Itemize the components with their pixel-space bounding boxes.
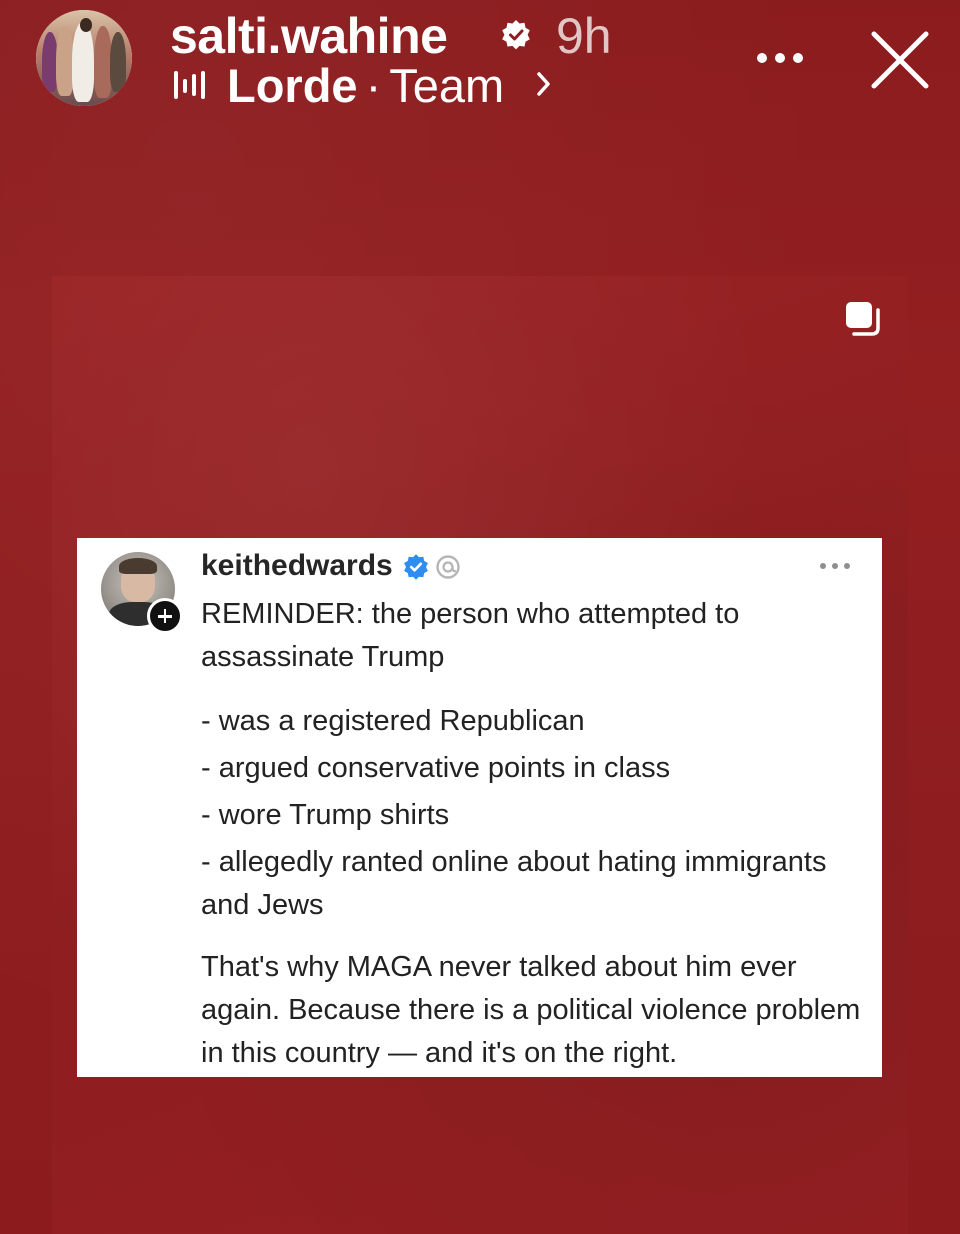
music-artist: Lorde	[227, 59, 358, 112]
post-body: REMINDER: the person who attempted to as…	[201, 593, 871, 1075]
post-more-icon[interactable]	[819, 560, 851, 572]
avatar[interactable]	[36, 10, 132, 106]
post-intro: REMINDER: the person who attempted to as…	[201, 598, 740, 673]
chevron-right-icon[interactable]	[536, 70, 552, 98]
shared-post-card[interactable]: keithedwards REMINDER: the person who at…	[77, 538, 882, 1077]
post-conclusion: That's why MAGA never talked about him e…	[201, 951, 861, 1069]
more-options-button[interactable]	[752, 40, 808, 76]
music-title: Team	[389, 59, 505, 112]
verified-badge-icon	[404, 554, 428, 580]
carousel-multiple-icon	[846, 302, 880, 336]
audio-bars-icon	[174, 71, 205, 99]
post-bullet: - was a registered Republican	[201, 705, 585, 737]
music-attribution[interactable]: Lorde · Team	[227, 58, 504, 114]
post-username[interactable]: keithedwards	[201, 548, 393, 584]
story-timestamp: 9h	[556, 8, 612, 64]
close-button[interactable]	[868, 28, 932, 92]
music-separator: ·	[365, 59, 382, 112]
threads-icon	[436, 555, 460, 579]
post-bullet: - wore Trump shirts	[201, 799, 450, 831]
post-bullet: - allegedly ranted online about hating i…	[201, 846, 827, 921]
follow-plus-icon[interactable]	[147, 598, 183, 634]
story-username[interactable]: salti.wahine	[170, 6, 448, 66]
verified-badge-icon	[502, 20, 530, 50]
post-bullet-list: - was a registered Republican - argued c…	[201, 698, 871, 927]
story-header: salti.wahine 9h Lorde · Team	[0, 0, 960, 130]
post-bullet: - argued conservative points in class	[201, 752, 671, 784]
